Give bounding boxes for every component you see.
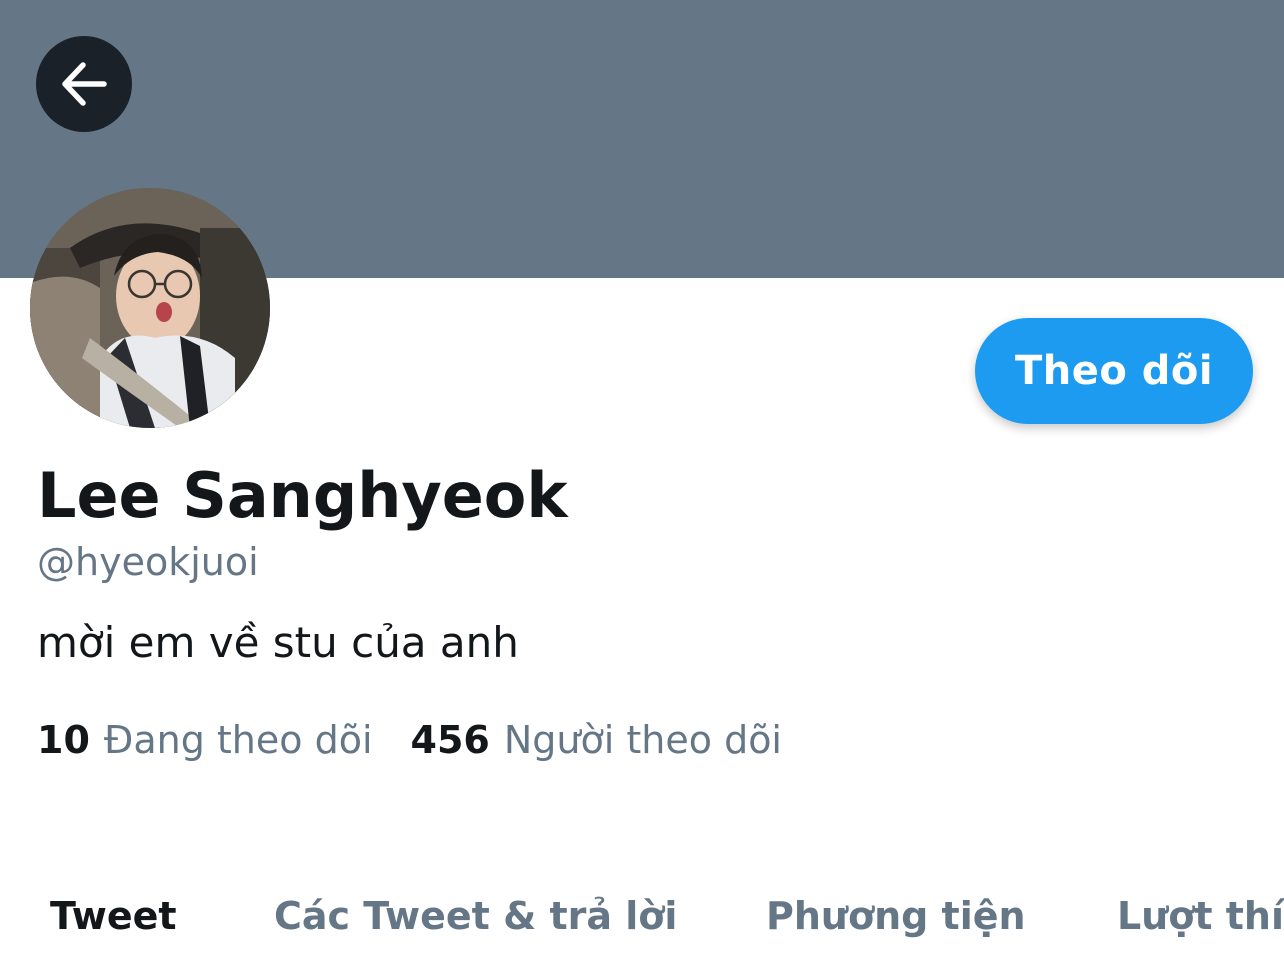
profile-stats: 10 Đang theo dõi 456 Người theo dõi xyxy=(37,718,782,762)
following-count: 10 xyxy=(37,718,90,762)
followers-label: Người theo dõi xyxy=(503,718,782,762)
avatar[interactable] xyxy=(30,188,270,428)
profile-photo xyxy=(30,188,270,428)
profile-handle: @hyeokjuoi xyxy=(37,540,259,584)
tab-tweets-replies[interactable]: Các Tweet & trả lời xyxy=(274,894,677,938)
profile-bio: mời em về stu của anh xyxy=(37,618,519,667)
following-stat[interactable]: 10 Đang theo dõi xyxy=(37,718,373,762)
profile-tabs: Tweet Các Tweet & trả lời Phương tiện Lư… xyxy=(0,890,1284,977)
profile-page: Theo dõi Lee Sanghyeok @hyeokjuoi mời em… xyxy=(0,0,1284,977)
following-label: Đang theo dõi xyxy=(103,718,373,762)
follow-button[interactable]: Theo dõi xyxy=(975,318,1253,424)
tab-media[interactable]: Phương tiện xyxy=(766,894,1026,938)
followers-count: 456 xyxy=(410,718,490,762)
arrow-left-icon xyxy=(62,62,107,106)
tab-likes[interactable]: Lượt thích xyxy=(1117,894,1284,938)
back-button[interactable] xyxy=(36,36,132,132)
tab-tweets[interactable]: Tweet xyxy=(50,894,177,938)
followers-stat[interactable]: 456 Người theo dõi xyxy=(411,718,782,762)
profile-name: Lee Sanghyeok xyxy=(37,459,568,532)
